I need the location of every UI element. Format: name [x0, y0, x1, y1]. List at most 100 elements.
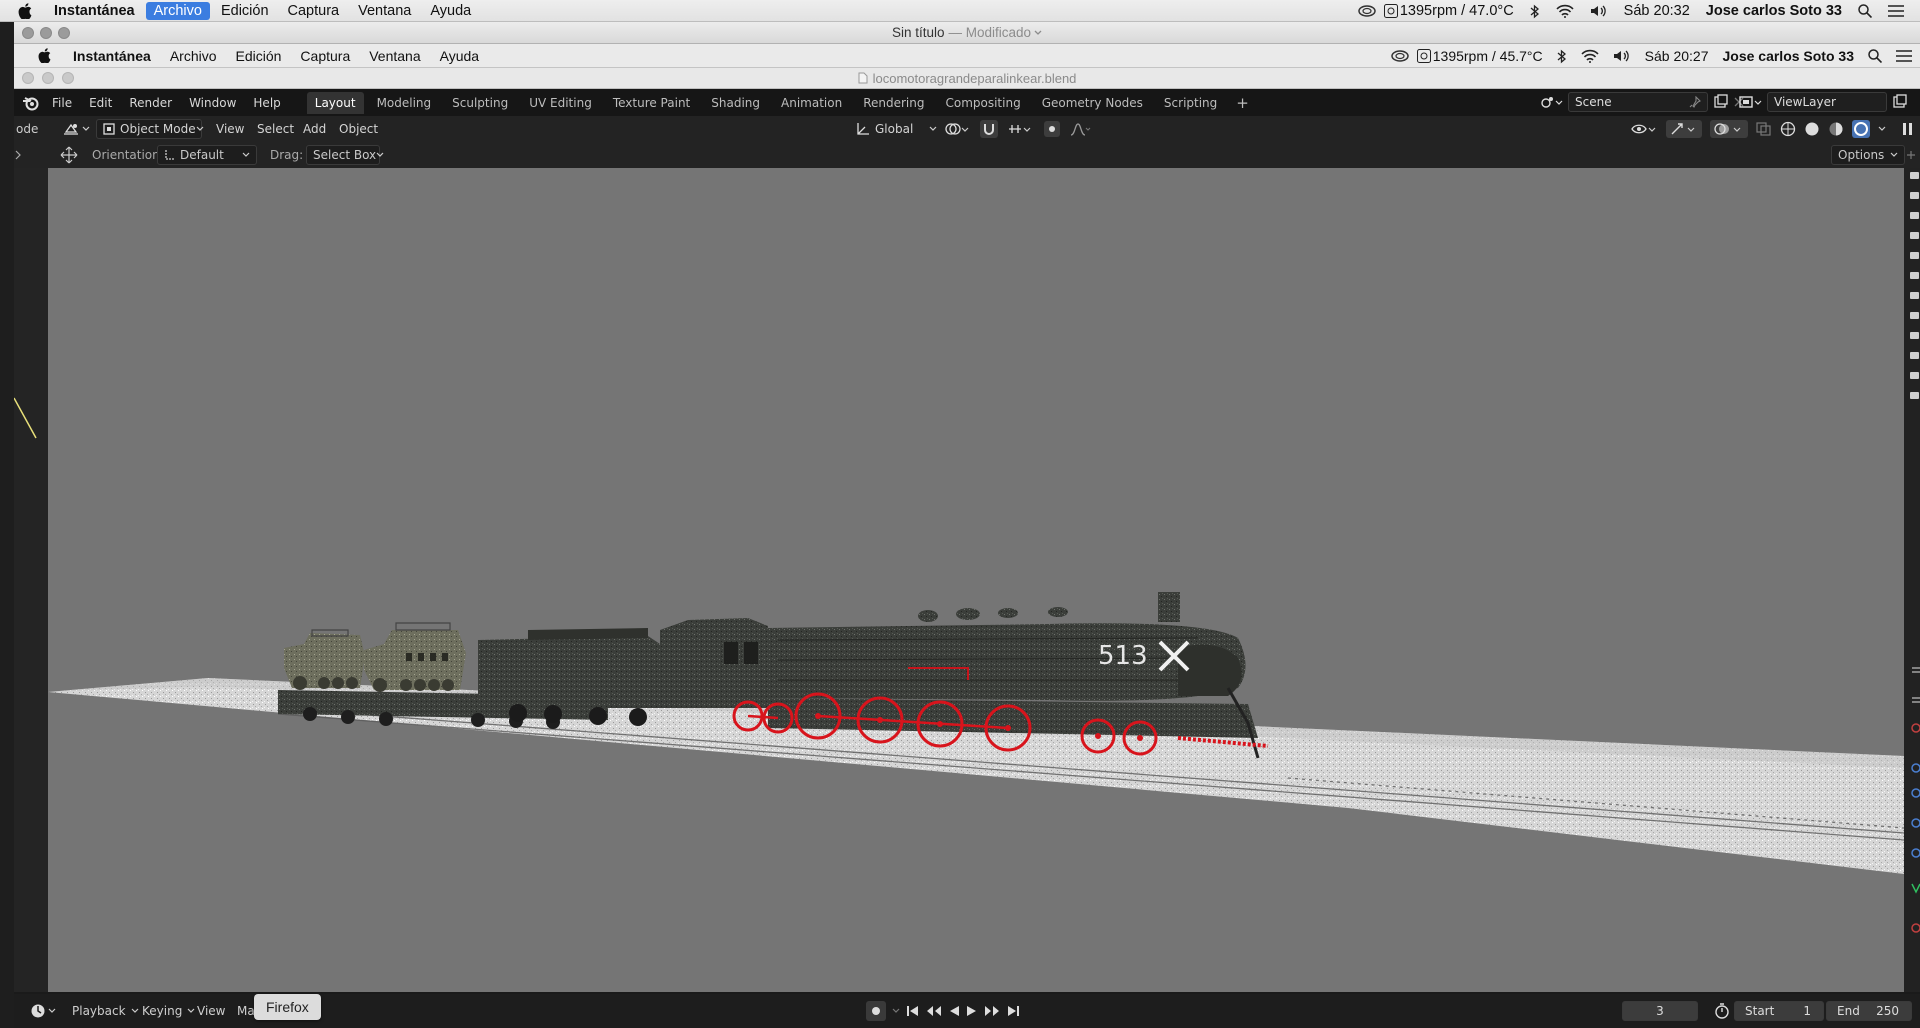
- properties-toggle-icon[interactable]: [1906, 150, 1916, 160]
- tab-rendering[interactable]: Rendering: [855, 92, 932, 114]
- material-preview-icon[interactable]: [1828, 121, 1844, 137]
- header-menu-add[interactable]: Add: [303, 122, 326, 136]
- 3d-viewport[interactable]: 513: [48, 168, 1904, 992]
- jump-to-start-icon[interactable]: [906, 1005, 920, 1017]
- transform-orientation-dropdown[interactable]: Global: [850, 119, 943, 139]
- apple-icon[interactable]: [38, 48, 51, 63]
- creative-cloud-icon[interactable]: [1391, 50, 1409, 62]
- play-icon[interactable]: [966, 1005, 978, 1017]
- creative-cloud-icon[interactable]: [1358, 5, 1376, 17]
- blender-logo-icon[interactable]: [22, 95, 40, 111]
- volume-icon[interactable]: [1613, 49, 1631, 63]
- jump-to-end-icon[interactable]: [1006, 1005, 1020, 1017]
- menu-edit[interactable]: Edit: [89, 96, 112, 110]
- fan-icon[interactable]: [1416, 49, 1431, 63]
- solid-shading-icon[interactable]: [1804, 121, 1820, 137]
- header-menu-object[interactable]: Object: [339, 122, 378, 136]
- object-visibility-icon[interactable]: [1630, 121, 1658, 137]
- drag-dropdown[interactable]: Select Box: [306, 145, 384, 165]
- xray-icon[interactable]: [1756, 122, 1772, 136]
- blender-minimize-button[interactable]: [42, 72, 54, 84]
- chevron-down-icon[interactable]: [1034, 30, 1042, 36]
- inner-fan-status[interactable]: 1395rpm / 45.7°C: [1433, 48, 1543, 64]
- proportional-editing-icon[interactable]: [1044, 121, 1060, 137]
- wifi-icon[interactable]: [1581, 49, 1599, 63]
- view-layer-name-field[interactable]: ViewLayer: [1767, 92, 1887, 112]
- tab-layout[interactable]: Layout: [306, 91, 364, 114]
- fan-icon[interactable]: [1383, 4, 1398, 18]
- gizmo-icon[interactable]: [1666, 120, 1702, 138]
- menu-window[interactable]: Window: [189, 96, 236, 110]
- keying-menu[interactable]: Keying: [136, 1001, 201, 1021]
- apple-icon[interactable]: [18, 2, 32, 19]
- scene-icon[interactable]: [1540, 94, 1564, 110]
- locomotive-cab[interactable]: [660, 618, 768, 708]
- object-mode-dropdown[interactable]: Object Mode: [96, 119, 204, 139]
- tab-sculpting[interactable]: Sculpting: [444, 92, 516, 114]
- falloff-icon[interactable]: [1070, 122, 1092, 136]
- header-menu-select[interactable]: Select: [257, 122, 294, 136]
- inner-menu-edicion[interactable]: Edición: [236, 48, 282, 64]
- locomotive-boiler[interactable]: [768, 592, 1246, 701]
- orientation-dropdown[interactable]: Default: [157, 145, 257, 165]
- tab-compositing[interactable]: Compositing: [937, 92, 1028, 114]
- notification-center-icon[interactable]: [1896, 50, 1912, 62]
- wireframe-shading-icon[interactable]: [1780, 121, 1796, 137]
- record-keyframe-icon[interactable]: [866, 1001, 886, 1021]
- header-menu-view[interactable]: View: [216, 122, 244, 136]
- window-close-button[interactable]: [22, 27, 34, 39]
- tab-modeling[interactable]: Modeling: [369, 92, 440, 114]
- mac-menu-app[interactable]: Instantánea: [54, 3, 135, 19]
- menu-help[interactable]: Help: [253, 96, 280, 110]
- playback-menu[interactable]: Playback: [66, 1001, 145, 1021]
- inner-menu-archivo[interactable]: Archivo: [170, 48, 217, 64]
- wifi-icon[interactable]: [1556, 4, 1574, 18]
- play-reverse-icon[interactable]: [948, 1005, 960, 1017]
- auto-keying-chevron-icon[interactable]: [892, 1008, 900, 1014]
- end-frame-field[interactable]: End 250: [1826, 1001, 1912, 1021]
- add-workspace-button[interactable]: +: [1230, 93, 1255, 113]
- new-scene-icon[interactable]: [1712, 94, 1728, 110]
- editor-type-button[interactable]: [58, 119, 96, 139]
- notification-center-icon[interactable]: [1888, 5, 1904, 17]
- pin-icon[interactable]: [1689, 96, 1701, 108]
- tab-geometry-nodes[interactable]: Geometry Nodes: [1034, 92, 1151, 114]
- scene-name-field[interactable]: Scene: [1568, 92, 1708, 112]
- view-layer-icon[interactable]: [1739, 94, 1763, 110]
- tab-uv-editing[interactable]: UV Editing: [521, 92, 600, 114]
- inner-user[interactable]: Jose carlos Soto 33: [1722, 48, 1854, 64]
- jump-to-keyframe-forward-icon[interactable]: [984, 1005, 1000, 1017]
- snap-target-icon[interactable]: [1008, 121, 1034, 137]
- mac-menu-captura[interactable]: Captura: [288, 3, 340, 19]
- overlays-icon[interactable]: [1710, 120, 1748, 138]
- options-dropdown[interactable]: Options: [1831, 145, 1906, 165]
- inner-clock[interactable]: Sáb 20:27: [1645, 48, 1709, 64]
- timeline-editor-type[interactable]: [24, 1001, 62, 1021]
- menu-file[interactable]: File: [52, 96, 72, 110]
- pause-render-icon[interactable]: [1902, 122, 1914, 136]
- inner-menu-captura[interactable]: Captura: [300, 48, 350, 64]
- window-zoom-button[interactable]: [58, 27, 70, 39]
- chevron-down-icon[interactable]: [1878, 126, 1886, 132]
- volume-icon[interactable]: [1590, 4, 1608, 18]
- rendered-shading-icon[interactable]: [1852, 120, 1870, 138]
- pivot-point-icon[interactable]: [944, 121, 970, 137]
- inner-menu-ventana[interactable]: Ventana: [369, 48, 420, 64]
- tab-scripting[interactable]: Scripting: [1156, 92, 1225, 114]
- stopwatch-icon[interactable]: [1714, 1003, 1730, 1019]
- start-frame-field[interactable]: Start 1: [1734, 1001, 1824, 1021]
- new-view-layer-icon[interactable]: [1891, 94, 1907, 110]
- mac-menu-ayuda[interactable]: Ayuda: [430, 3, 471, 19]
- mac-user[interactable]: Jose carlos Soto 33: [1706, 3, 1842, 19]
- blender-zoom-button[interactable]: [62, 72, 74, 84]
- tab-shading[interactable]: Shading: [703, 92, 768, 114]
- menu-render[interactable]: Render: [129, 96, 172, 110]
- fan-status[interactable]: 1395rpm / 47.0°C: [1400, 3, 1514, 19]
- collapse-toolbar-icon[interactable]: [14, 150, 22, 160]
- mac-menu-edicion[interactable]: Edición: [221, 3, 269, 19]
- spotlight-search-icon[interactable]: [1858, 4, 1872, 18]
- tab-texture-paint[interactable]: Texture Paint: [605, 92, 698, 114]
- timeline-view-menu[interactable]: View: [197, 1004, 225, 1018]
- inner-menu-ayuda[interactable]: Ayuda: [440, 48, 479, 64]
- window-minimize-button[interactable]: [40, 27, 52, 39]
